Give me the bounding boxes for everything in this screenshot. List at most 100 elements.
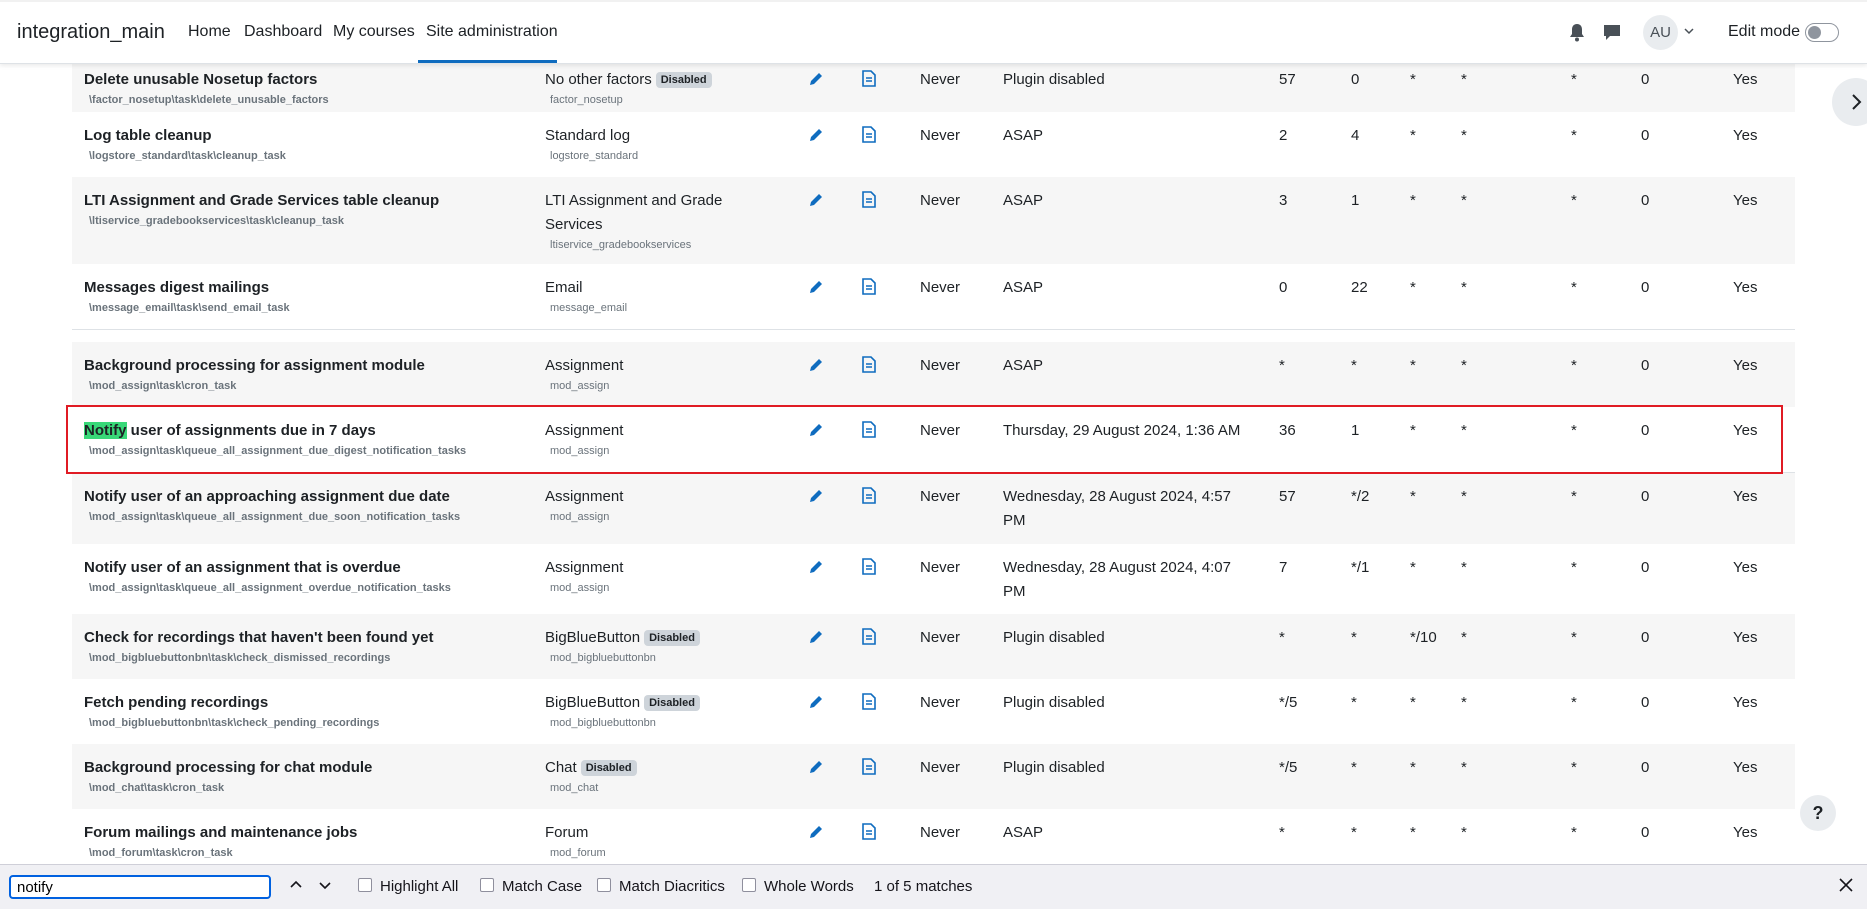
component-name: BigBlueButton: [545, 629, 641, 646]
task-name: Background processing for chat module: [84, 759, 373, 776]
log-file-icon[interactable]: [862, 487, 876, 504]
nav-site-administration[interactable]: Site administration: [426, 23, 558, 41]
fail-delay: 0: [1641, 279, 1650, 296]
edit-pencil-icon[interactable]: [808, 488, 824, 504]
messages-chat-icon[interactable]: [1603, 24, 1621, 42]
table-row: Notify user of an assignment that is ove…: [72, 544, 1795, 615]
edit-pencil-icon[interactable]: [808, 422, 824, 438]
log-file-icon[interactable]: [862, 758, 876, 775]
nav-home[interactable]: Home: [188, 23, 231, 41]
highlight-all-label[interactable]: Highlight All: [380, 878, 458, 895]
log-file-icon[interactable]: [862, 693, 876, 710]
nav-dashboard[interactable]: Dashboard: [244, 23, 322, 41]
cron-day: *: [1410, 192, 1416, 209]
last-run: Never: [920, 824, 961, 841]
whole-words-checkbox[interactable]: [742, 878, 756, 892]
edit-pencil-icon[interactable]: [808, 629, 824, 645]
task-classname: \ltiservice_gradebookservices\task\clean…: [89, 215, 344, 227]
log-file-icon[interactable]: [862, 356, 876, 373]
user-avatar[interactable]: AU: [1643, 15, 1678, 50]
default-value: Yes: [1733, 192, 1758, 209]
default-value: Yes: [1733, 127, 1758, 144]
cron-day-of-week: *: [1461, 488, 1467, 505]
log-file-icon[interactable]: [862, 421, 876, 438]
cron-day: *: [1410, 694, 1416, 711]
log-file-icon[interactable]: [862, 278, 876, 295]
log-file-icon[interactable]: [862, 558, 876, 575]
edit-pencil-icon[interactable]: [808, 192, 824, 208]
cron-minute: 36: [1279, 422, 1296, 439]
task-classname: \mod_bigbluebuttonbn\task\check_pending_…: [89, 717, 380, 729]
log-file-icon[interactable]: [862, 70, 876, 87]
open-block-drawer-button[interactable]: [1832, 78, 1867, 126]
last-run: Never: [920, 559, 961, 576]
component-id: mod_assign: [550, 511, 610, 523]
log-file-icon[interactable]: [862, 191, 876, 208]
whole-words-label[interactable]: Whole Words: [764, 878, 854, 895]
match-case-label[interactable]: Match Case: [502, 878, 582, 895]
task-name: LTI Assignment and Grade Services table …: [84, 192, 440, 209]
task-name: Notify user of an assignment that is ove…: [84, 559, 401, 576]
fail-delay: 0: [1641, 127, 1650, 144]
site-brand[interactable]: integration_main: [17, 21, 165, 44]
scheduled-tasks-table: Delete unusable Nosetup factors \factor_n…: [72, 56, 1795, 864]
find-next-icon[interactable]: [317, 877, 333, 893]
default-value: Yes: [1733, 357, 1758, 374]
cron-month: *: [1571, 279, 1577, 296]
edit-pencil-icon[interactable]: [808, 759, 824, 775]
cron-day-of-week: *: [1461, 192, 1467, 209]
cron-month: *: [1571, 192, 1577, 209]
table-row: Delete unusable Nosetup factors \factor_n…: [72, 56, 1795, 113]
last-run: Never: [920, 422, 961, 439]
cron-hour: 1: [1351, 422, 1360, 439]
task-classname: \mod_assign\task\queue_all_assignment_du…: [89, 445, 467, 457]
match-diacritics-label[interactable]: Match Diacritics: [619, 878, 725, 895]
log-file-icon[interactable]: [862, 126, 876, 143]
log-file-icon[interactable]: [862, 628, 876, 645]
component-id: logstore_standard: [550, 150, 639, 162]
find-bar: Highlight All Match Case Match Diacritic…: [0, 864, 1867, 909]
cron-day: *: [1410, 71, 1416, 88]
highlight-all-checkbox[interactable]: [358, 878, 372, 892]
match-diacritics-checkbox[interactable]: [597, 878, 611, 892]
nav-active-indicator: [418, 60, 557, 63]
cron-day-of-week: *: [1461, 71, 1467, 88]
edit-mode-toggle[interactable]: [1805, 23, 1839, 42]
edit-pencil-icon[interactable]: [808, 824, 824, 840]
edit-pencil-icon[interactable]: [808, 71, 824, 87]
find-input[interactable]: [9, 875, 271, 899]
edit-pencil-icon[interactable]: [808, 127, 824, 143]
last-run: Never: [920, 279, 961, 296]
cron-day: *: [1410, 422, 1416, 439]
task-classname: \mod_assign\task\queue_all_assignment_ov…: [89, 582, 451, 594]
edit-pencil-icon[interactable]: [808, 357, 824, 373]
close-icon[interactable]: [1838, 877, 1854, 893]
last-run: Never: [920, 629, 961, 646]
table-row: Background processing for chat module \mo…: [72, 744, 1795, 810]
task-name: Notify user of an approaching assignment…: [84, 488, 450, 505]
find-previous-icon[interactable]: [288, 877, 304, 893]
task-component: Forum: [545, 821, 588, 845]
nav-my-courses[interactable]: My courses: [333, 23, 415, 41]
toggle-knob: [1808, 26, 1821, 39]
top-navbar: integration_main Home Dashboard My cours…: [0, 0, 1867, 64]
help-button[interactable]: ?: [1800, 795, 1836, 831]
component-id: mod_assign: [550, 445, 610, 457]
table-row: Fetch pending recordings \mod_bigbluebutt…: [72, 679, 1795, 745]
edit-pencil-icon[interactable]: [808, 559, 824, 575]
task-name: Messages digest mailings: [84, 279, 270, 296]
cron-hour: */1: [1351, 559, 1370, 576]
component-name: Email: [545, 279, 583, 296]
edit-pencil-icon[interactable]: [808, 694, 824, 710]
log-file-icon[interactable]: [862, 823, 876, 840]
edit-pencil-icon[interactable]: [808, 279, 824, 295]
cron-day-of-week: *: [1461, 629, 1467, 646]
default-value: Yes: [1733, 71, 1758, 88]
task-name: Fetch pending recordings: [84, 694, 269, 711]
match-case-checkbox[interactable]: [480, 878, 494, 892]
notifications-bell-icon[interactable]: [1569, 24, 1585, 42]
chevron-down-icon[interactable]: [1684, 26, 1694, 36]
task-component: LTI Assignment and Grade Services: [545, 189, 735, 236]
fail-delay: 0: [1641, 559, 1650, 576]
default-value: Yes: [1733, 629, 1758, 646]
